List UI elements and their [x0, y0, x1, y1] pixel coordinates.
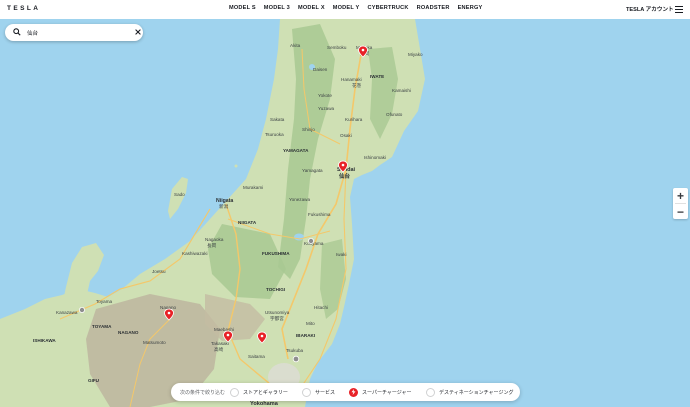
label-tsukuba: Tsukuba — [286, 348, 304, 353]
label-niigata-jp: 新潟 — [219, 203, 229, 210]
label-matsumoto: Matsumoto — [143, 340, 166, 345]
location-pin-koriyama[interactable] — [308, 238, 314, 244]
menu-model-3[interactable]: MODEL 3 — [264, 5, 290, 11]
menu-model-x[interactable]: MODEL X — [298, 5, 325, 11]
location-pin-tokyo[interactable] — [292, 355, 300, 363]
label-toyama-pref: TOYAMA — [92, 324, 112, 329]
label-hitachi: Hitachi — [314, 305, 328, 310]
checkbox-icon[interactable] — [230, 387, 239, 397]
label-hanamaki: Hanamaki — [341, 77, 362, 82]
label-tochigi: TOCHIGI — [266, 287, 285, 292]
hamburger-icon[interactable] — [675, 6, 683, 13]
label-daisen: Daisen — [313, 67, 328, 72]
menu-roadster[interactable]: ROADSTER — [417, 5, 450, 11]
menu-cybertruck[interactable]: CYBERTRUCK — [367, 5, 408, 11]
filter-label: ストアとギャラリー — [243, 389, 288, 396]
top-nav: TESLA MODEL S MODEL 3 MODEL X MODEL Y CY… — [0, 0, 690, 19]
label-fukushima-pref: FUKUSHIMA — [262, 251, 290, 256]
menu-energy[interactable]: ENERGY — [458, 5, 483, 11]
zoom-controls: + − — [673, 188, 688, 219]
land-sado — [168, 177, 188, 219]
label-toyama-city: Toyama — [96, 299, 113, 304]
filter-supercharger[interactable]: スーパーチャージャー — [349, 387, 412, 397]
supercharger-icon[interactable] — [349, 387, 358, 397]
label-kamaishi: Kamaishi — [392, 88, 411, 93]
filter-label: スーパーチャージャー — [362, 389, 412, 396]
label-nagaoka: Nagaoka — [205, 237, 224, 242]
checkbox-icon[interactable] — [426, 387, 435, 397]
search-box — [5, 24, 143, 41]
label-saitama: Saitama — [248, 354, 265, 359]
label-joetsu: Joetsu — [152, 269, 166, 274]
label-koriyama: Koriyama — [304, 241, 324, 246]
label-niigata-pref: NIIGATA — [238, 220, 257, 225]
label-takasaki: Takasaki — [211, 341, 229, 346]
label-mito: Mito — [306, 321, 315, 326]
label-yokote: Yokote — [318, 93, 332, 98]
zoom-out-button[interactable]: − — [673, 204, 688, 219]
main-menu: MODEL S MODEL 3 MODEL X MODEL Y CYBERTRU… — [229, 5, 482, 11]
label-nagano-pref: NAGANO — [118, 330, 139, 335]
label-yamagata-pref: YAMAGATA — [283, 148, 309, 153]
label-shinjo: Shinjo — [302, 127, 315, 132]
zoom-in-button[interactable]: + — [673, 188, 688, 203]
label-akita: Akita — [290, 43, 301, 48]
label-iwaki: Iwaki — [336, 252, 346, 257]
tesla-logo[interactable]: TESLA — [7, 5, 40, 12]
menu-model-y[interactable]: MODEL Y — [333, 5, 360, 11]
label-ishikawa: ISHIKAWA — [33, 338, 56, 343]
filter-stores-galleries[interactable]: ストアとギャラリー — [230, 387, 288, 397]
filter-title: 次の条件で絞り込む — [180, 390, 226, 396]
label-fukushima: Fukushima — [308, 212, 331, 217]
close-icon[interactable] — [134, 28, 142, 36]
label-ofunato: Ofunato — [386, 112, 403, 117]
label-kanazawa: Kanazawa — [56, 310, 78, 315]
label-takasaki-jp: 高崎 — [214, 346, 224, 353]
label-murakami: Murakami — [243, 185, 263, 190]
filter-destination-charging[interactable]: デスティネーションチャージング — [426, 387, 513, 397]
label-semboku: Semboku — [327, 45, 347, 50]
label-sakata: Sakata — [270, 117, 285, 122]
label-miyako: Miyako — [408, 52, 423, 57]
label-ishinomaki: Ishinomaki — [364, 155, 386, 160]
search-icon[interactable] — [13, 28, 21, 36]
label-iwate: IWATE — [370, 74, 384, 79]
label-kashiwazaki: Kashiwazaki — [182, 251, 208, 256]
label-hanamaki-jp: 花巻 — [352, 82, 362, 89]
label-utsunomiya: Utsunomiya — [265, 310, 290, 315]
label-sendai-jp: 仙台 — [339, 172, 351, 180]
label-gifu: GIFU — [88, 378, 100, 383]
filter-label: デスティネーションチャージング — [439, 389, 514, 396]
map-canvas[interactable]: Akita Semboku Morioka 盛岡 Miyako Daisen H… — [0, 19, 690, 407]
label-osaki: Osaki — [340, 133, 352, 138]
label-utsunomiya-jp: 宇都宮 — [270, 315, 284, 322]
checkbox-icon[interactable] — [302, 387, 311, 397]
location-pin-kanazawa[interactable] — [79, 307, 85, 313]
label-kurihara: Kurihara — [345, 117, 363, 122]
label-tsuruoka: Tsuruoka — [265, 132, 284, 137]
filter-bar: 次の条件で絞り込む ストアとギャラリー サービス スーパーチャージャー デスティ… — [171, 383, 520, 401]
filter-label: サービス — [315, 389, 336, 396]
account-link[interactable]: TESLA アカウント — [626, 5, 674, 13]
label-yonezawa: Yonezawa — [289, 197, 310, 202]
label-yokohama: Yokohama — [250, 401, 279, 407]
label-ibaraki: IBARAKI — [296, 333, 315, 338]
label-yamagata: Yamagata — [302, 168, 323, 173]
search-input[interactable] — [27, 27, 127, 38]
menu-model-s[interactable]: MODEL S — [229, 5, 256, 11]
filter-service[interactable]: サービス — [302, 387, 335, 397]
label-yuzawa: Yuzawa — [318, 106, 335, 111]
label-sado: Sado — [174, 192, 185, 197]
